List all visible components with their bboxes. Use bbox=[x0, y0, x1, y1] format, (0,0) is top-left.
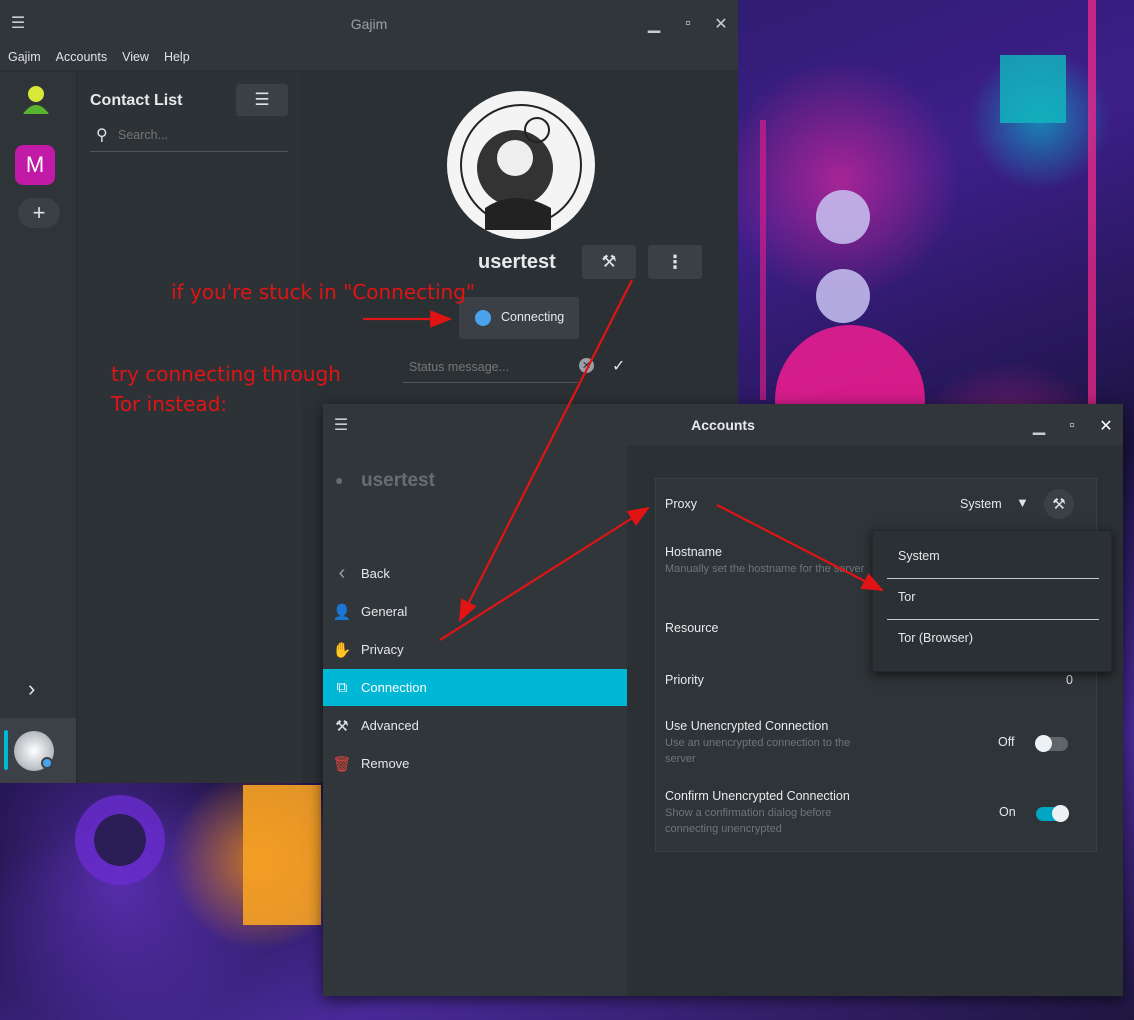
status-input-underline bbox=[403, 382, 578, 383]
hand-icon: ✋ bbox=[332, 641, 352, 659]
nav-back[interactable]: ‹ Back bbox=[323, 555, 627, 592]
profile-avatar[interactable] bbox=[445, 90, 597, 240]
proxy-settings-button[interactable]: ⚒ bbox=[1044, 489, 1074, 519]
nav-remove-label: Remove bbox=[361, 756, 410, 771]
status-message-input[interactable] bbox=[409, 357, 574, 377]
unencrypted-label: Use Unencrypted Connection bbox=[665, 719, 829, 733]
confirm-unencrypted-state: On bbox=[999, 805, 1016, 819]
apply-status-icon[interactable]: ✓ bbox=[612, 356, 625, 376]
menu-help[interactable]: Help bbox=[156, 46, 197, 70]
resource-label: Resource bbox=[665, 621, 719, 635]
account-name-heading: usertest bbox=[361, 470, 435, 491]
nav-back-label: Back bbox=[361, 566, 390, 581]
nav-advanced-label: Advanced bbox=[361, 718, 419, 733]
person-icon: 👤 bbox=[332, 603, 352, 621]
clear-status-icon[interactable]: ✕ bbox=[579, 358, 594, 373]
tools-icon: ⚒ bbox=[335, 717, 349, 735]
hostname-label: Hostname bbox=[665, 545, 722, 559]
status-label: Connecting bbox=[501, 310, 565, 324]
confirm-unencrypted-description: Show a confirmation dialog before connec… bbox=[665, 807, 832, 835]
status-selector-button[interactable]: Connecting bbox=[459, 297, 579, 339]
account-settings-button[interactable]: ⚒ bbox=[582, 245, 636, 279]
accounts-title: Accounts bbox=[691, 417, 755, 433]
nav-privacy-label: Privacy bbox=[361, 642, 404, 657]
nav-connection-label: Connection bbox=[361, 680, 427, 695]
unencrypted-state: Off bbox=[998, 735, 1015, 749]
search-input[interactable] bbox=[118, 125, 278, 145]
hostname-description: Manually set the hostname for the server bbox=[665, 563, 865, 575]
priority-label: Priority bbox=[665, 673, 704, 687]
nav-general[interactable]: 👤 General bbox=[323, 593, 627, 630]
search-underline bbox=[90, 151, 288, 152]
connection-settings-panel: Proxy System ▼ ⚒ Hostname Manually set t… bbox=[629, 446, 1123, 996]
confirm-unencrypted-toggle[interactable] bbox=[1036, 805, 1069, 822]
dropdown-arrow-icon[interactable]: ▼ bbox=[1016, 495, 1029, 510]
accounts-titlebar: ☰ Accounts ▁ ▫ ✕ bbox=[323, 404, 1123, 446]
proxy-label: Proxy bbox=[665, 497, 697, 511]
annotation-line-1: if you're stuck in "Connecting" bbox=[171, 280, 476, 304]
connecting-status-dot bbox=[475, 310, 491, 326]
window-title: Gajim bbox=[350, 16, 388, 32]
annotation-line-3: Tor instead: bbox=[111, 392, 228, 416]
confirm-unencrypted-label: Confirm Unencrypted Connection bbox=[665, 789, 850, 803]
account-avatar-m[interactable]: M bbox=[15, 145, 55, 185]
selected-account-bar bbox=[4, 730, 8, 770]
network-icon: ⧉ bbox=[336, 679, 348, 696]
account-person-icon: ● bbox=[335, 472, 344, 488]
nav-connection[interactable]: ⧉ Connection bbox=[323, 669, 627, 706]
trash-icon: 🗑 bbox=[332, 755, 352, 773]
main-titlebar: ☰ Gajim ▁ ▫ ✕ bbox=[0, 0, 738, 46]
menu-view[interactable]: View bbox=[114, 46, 156, 70]
nav-general-label: General bbox=[361, 604, 408, 619]
unencrypted-description: Use an unencrypted connection to the ser… bbox=[665, 737, 851, 765]
unencrypted-row[interactable]: Use Unencrypted Connection Use an unencr… bbox=[656, 707, 1098, 777]
accounts-window: ☰ Accounts ▁ ▫ ✕ ● usertest ‹ Back 👤 Gen… bbox=[323, 404, 1123, 996]
maximize-icon[interactable]: ▫ bbox=[676, 12, 700, 36]
menubar: Gajim Accounts View Help bbox=[0, 46, 738, 70]
confirm-unencrypted-row[interactable]: Confirm Unencrypted Connection Show a co… bbox=[656, 777, 1098, 849]
menu-gajim[interactable]: Gajim bbox=[0, 46, 48, 70]
proxy-option-tor[interactable]: Tor bbox=[873, 572, 1113, 612]
proxy-option-tor-browser[interactable]: Tor (Browser) bbox=[873, 613, 1113, 653]
nav-remove[interactable]: 🗑 Remove bbox=[323, 745, 627, 782]
proxy-row[interactable]: Proxy System ▼ ⚒ bbox=[656, 479, 1098, 531]
contact-list-title: Contact List bbox=[90, 92, 183, 109]
accounts-minimize-icon[interactable]: ▁ bbox=[1027, 414, 1051, 438]
status-dot bbox=[41, 757, 53, 769]
accounts-nav: ● usertest ‹ Back 👤 General ✋ Privacy ⧉ … bbox=[323, 446, 627, 996]
priority-value: 0 bbox=[1066, 673, 1073, 687]
contact-list-pane: Contact List ☰ ⚲ bbox=[78, 72, 302, 783]
account-sidebar: M + › bbox=[0, 72, 76, 783]
accounts-maximize-icon[interactable]: ▫ bbox=[1060, 414, 1084, 438]
more-options-button[interactable]: ⋮ bbox=[648, 245, 702, 279]
profile-username: usertest bbox=[478, 251, 556, 273]
menu-accounts[interactable]: Accounts bbox=[48, 46, 114, 70]
proxy-select[interactable]: System bbox=[960, 497, 1002, 511]
nav-advanced[interactable]: ⚒ Advanced bbox=[323, 707, 627, 744]
contacts-icon[interactable] bbox=[20, 84, 52, 118]
nav-privacy[interactable]: ✋ Privacy bbox=[323, 631, 627, 668]
annotation-line-2: try connecting through bbox=[111, 362, 341, 386]
contact-list-menu-button[interactable]: ☰ bbox=[236, 84, 288, 116]
chevron-left-icon: ‹ bbox=[338, 562, 346, 584]
search-icon: ⚲ bbox=[96, 127, 108, 144]
minimize-icon[interactable]: ▁ bbox=[642, 12, 666, 36]
close-icon[interactable]: ✕ bbox=[709, 12, 733, 36]
expand-chevron-icon[interactable]: › bbox=[28, 676, 35, 702]
proxy-dropdown-menu: System Tor Tor (Browser) bbox=[872, 530, 1112, 672]
unencrypted-toggle[interactable] bbox=[1035, 735, 1068, 752]
add-account-button[interactable]: + bbox=[18, 198, 60, 228]
accounts-close-icon[interactable]: ✕ bbox=[1094, 414, 1118, 438]
proxy-option-system[interactable]: System bbox=[873, 531, 1113, 571]
